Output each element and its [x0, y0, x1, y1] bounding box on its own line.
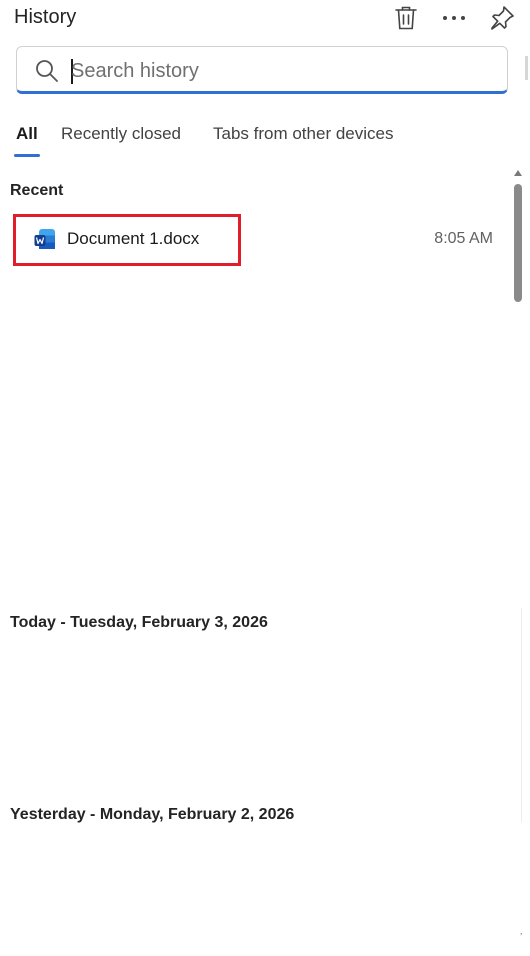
- history-item-title: Document 1.docx: [67, 229, 200, 248]
- panel-title: History: [14, 6, 77, 28]
- scroll-up-arrow[interactable]: [514, 170, 522, 176]
- history-item-time: 8:05 AM: [434, 230, 493, 247]
- search-icon: [36, 60, 58, 82]
- pin-icon: [491, 6, 514, 30]
- history-tabs: All Recently closed Tabs from other devi…: [0, 118, 530, 162]
- trash-icon: [395, 6, 417, 30]
- scroll-track: [521, 608, 522, 822]
- search-box[interactable]: [16, 46, 508, 94]
- history-header: History: [0, 0, 530, 40]
- search-input[interactable]: [71, 56, 471, 86]
- scroll-thumb[interactable]: [514, 184, 522, 302]
- word-icon: [34, 229, 55, 249]
- section-heading-today: Today - Tuesday, February 3, 2026: [10, 614, 268, 631]
- tab-selected-indicator: [14, 154, 40, 157]
- tab-all[interactable]: All: [16, 124, 38, 144]
- tab-other-devices[interactable]: Tabs from other devices: [213, 124, 393, 144]
- delete-history-button[interactable]: [390, 2, 422, 34]
- scrollbar[interactable]: ’: [512, 168, 524, 946]
- more-icon: [443, 16, 465, 20]
- more-options-button[interactable]: [438, 2, 470, 34]
- pin-button[interactable]: [486, 2, 518, 34]
- section-heading-yesterday: Yesterday - Monday, February 2, 2026: [10, 806, 295, 823]
- section-heading-recent: Recent: [10, 182, 64, 199]
- history-item[interactable]: Document 1.docx 8:05 AM: [14, 214, 494, 264]
- scroll-down-arrow[interactable]: ’: [520, 932, 522, 943]
- tab-recently-closed[interactable]: Recently closed: [61, 124, 181, 144]
- panel-edge: [525, 56, 528, 80]
